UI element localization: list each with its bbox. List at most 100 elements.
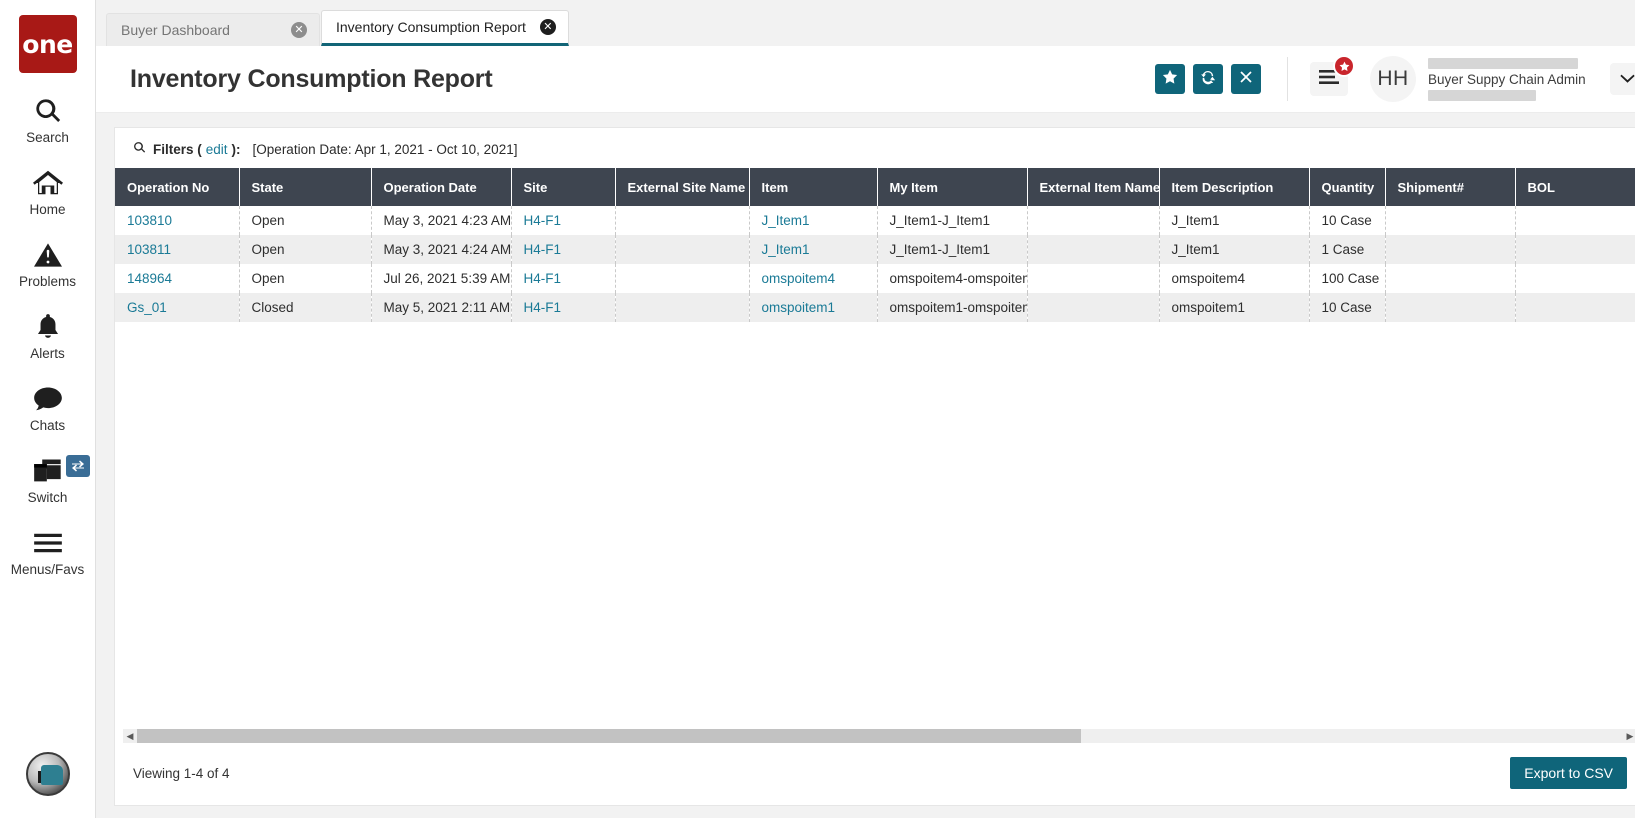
sidebar-item-home[interactable]: Home	[0, 145, 96, 217]
warning-triangle-icon	[34, 239, 62, 271]
export-to-csv-button[interactable]: Export to CSV	[1510, 757, 1627, 789]
scrollbar-thumb[interactable]	[137, 729, 1081, 743]
item-link[interactable]: J_Item1	[762, 213, 810, 228]
content-wrapper: Filters (edit): [Operation Date: Apr 1, …	[96, 113, 1635, 818]
quick-menu-button[interactable]	[1310, 62, 1348, 96]
cell-bol	[1515, 206, 1635, 235]
table-row[interactable]: Gs_01 Closed May 5, 2021 2:11 AM H4-F1 o…	[115, 293, 1635, 322]
sidebar-item-label: Home	[29, 202, 65, 217]
tab-inventory-consumption-report[interactable]: Inventory Consumption Report ✕	[321, 10, 569, 46]
cell-operation-no: Gs_01	[115, 293, 239, 322]
user-menu-dropdown-button[interactable]	[1610, 63, 1635, 95]
cell-my-item: omspoitem4-omspoitem4	[877, 264, 1027, 293]
sidebar-item-search[interactable]: Search	[0, 73, 96, 145]
scrollbar-track[interactable]	[137, 729, 1623, 743]
cell-operation-date: May 5, 2021 2:11 AM	[371, 293, 511, 322]
col-operation-date[interactable]: Operation Date	[371, 168, 511, 206]
star-badge-icon	[1333, 55, 1355, 77]
sidebar-item-label: Menus/Favs	[11, 562, 85, 577]
chat-bubble-icon	[33, 383, 63, 415]
sidebar-item-menus-favs[interactable]: Menus/Favs	[0, 505, 96, 577]
header-action-buttons	[1155, 64, 1261, 94]
cell-operation-date: Jul 26, 2021 5:39 AM	[371, 264, 511, 293]
sidebar-item-switch[interactable]: Switch	[0, 433, 96, 505]
close-button[interactable]	[1231, 64, 1261, 94]
filters-edit-link[interactable]: edit	[206, 142, 228, 157]
cell-external-item-name	[1027, 206, 1159, 235]
col-bol[interactable]: BOL	[1515, 168, 1635, 206]
user-initials-avatar[interactable]: HH	[1370, 56, 1416, 102]
operation-no-link[interactable]: Gs_01	[127, 300, 167, 315]
sidebar-item-problems[interactable]: Problems	[0, 217, 96, 289]
user-avatar-photo[interactable]	[26, 752, 70, 796]
cell-external-item-name	[1027, 293, 1159, 322]
table-row[interactable]: 103810 Open May 3, 2021 4:23 AM H4-F1 J_…	[115, 206, 1635, 235]
cell-external-item-name	[1027, 264, 1159, 293]
sidebar-item-chats[interactable]: Chats	[0, 361, 96, 433]
col-state[interactable]: State	[239, 168, 371, 206]
filters-label: Filters (	[153, 142, 202, 157]
site-link[interactable]: H4-F1	[524, 213, 562, 228]
cell-site: H4-F1	[511, 264, 615, 293]
cell-state: Open	[239, 206, 371, 235]
cell-external-site-name	[615, 293, 749, 322]
tab-label: Inventory Consumption Report	[336, 19, 526, 35]
cell-bol	[1515, 293, 1635, 322]
tab-close-icon[interactable]: ✕	[540, 19, 556, 35]
windows-stack-icon	[33, 455, 63, 487]
app-logo[interactable]: one	[19, 15, 77, 73]
cell-site: H4-F1	[511, 206, 615, 235]
col-site[interactable]: Site	[511, 168, 615, 206]
redacted-user-org	[1428, 90, 1536, 101]
operation-no-link[interactable]: 103811	[127, 242, 171, 257]
cell-operation-no: 148964	[115, 264, 239, 293]
col-external-item-name[interactable]: External Item Name	[1027, 168, 1159, 206]
tab-bar: Buyer Dashboard ✕ Inventory Consumption …	[96, 0, 1635, 46]
inventory-consumption-table: Operation No State Operation Date Site E…	[115, 168, 1635, 322]
favorite-button[interactable]	[1155, 64, 1185, 94]
refresh-icon	[1200, 69, 1216, 90]
bell-icon	[35, 311, 61, 343]
col-quantity[interactable]: Quantity	[1309, 168, 1385, 206]
refresh-button[interactable]	[1193, 64, 1223, 94]
col-my-item[interactable]: My Item	[877, 168, 1027, 206]
col-item-description[interactable]: Item Description	[1159, 168, 1309, 206]
site-link[interactable]: H4-F1	[524, 300, 562, 315]
logo-text: one	[22, 30, 72, 59]
scroll-right-arrow-icon[interactable]: ▶	[1623, 729, 1635, 743]
scroll-left-arrow-icon[interactable]: ◀	[123, 729, 137, 743]
table-row[interactable]: 103811 Open May 3, 2021 4:24 AM H4-F1 J_…	[115, 235, 1635, 264]
cell-operation-no: 103810	[115, 206, 239, 235]
operation-no-link[interactable]: 148964	[127, 271, 172, 286]
sidebar-item-alerts[interactable]: Alerts	[0, 289, 96, 361]
tab-close-icon[interactable]: ✕	[291, 22, 307, 38]
report-card: Filters (edit): [Operation Date: Apr 1, …	[114, 127, 1635, 806]
item-link[interactable]: J_Item1	[762, 242, 810, 257]
horizontal-scrollbar[interactable]: ◀ ▶	[123, 729, 1635, 743]
item-link[interactable]: omspoitem1	[762, 300, 836, 315]
col-shipment[interactable]: Shipment#	[1385, 168, 1515, 206]
cell-item-description: J_Item1	[1159, 235, 1309, 264]
col-operation-no[interactable]: Operation No	[115, 168, 239, 206]
cell-item: J_Item1	[749, 235, 877, 264]
col-item[interactable]: Item	[749, 168, 877, 206]
home-icon	[33, 167, 63, 199]
table-row[interactable]: 148964 Open Jul 26, 2021 5:39 AM H4-F1 o…	[115, 264, 1635, 293]
tab-buyer-dashboard[interactable]: Buyer Dashboard ✕	[106, 13, 320, 46]
hamburger-icon	[33, 527, 63, 559]
cell-item: J_Item1	[749, 206, 877, 235]
cell-my-item: J_Item1-J_Item1	[877, 206, 1027, 235]
site-link[interactable]: H4-F1	[524, 271, 562, 286]
cell-site: H4-F1	[511, 293, 615, 322]
cell-my-item: J_Item1-J_Item1	[877, 235, 1027, 264]
item-link[interactable]: omspoitem4	[762, 271, 836, 286]
switch-toggle-badge-icon[interactable]	[66, 455, 90, 477]
cell-site: H4-F1	[511, 235, 615, 264]
col-external-site-name[interactable]: External Site Name	[615, 168, 749, 206]
page-title: Inventory Consumption Report	[130, 65, 1155, 94]
page-header: Inventory Consumption Report	[96, 46, 1635, 113]
main-region: Buyer Dashboard ✕ Inventory Consumption …	[96, 0, 1635, 818]
operation-no-link[interactable]: 103810	[127, 213, 172, 228]
site-link[interactable]: H4-F1	[524, 242, 562, 257]
sidebar-item-label: Search	[26, 130, 69, 145]
